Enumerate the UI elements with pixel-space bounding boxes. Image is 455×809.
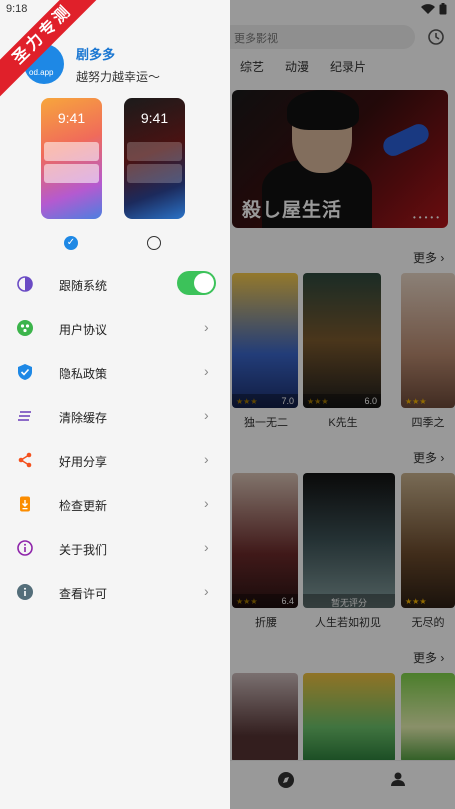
theme-dark-radio-icon[interactable] <box>147 236 161 250</box>
chevron-right-icon: › <box>204 363 209 379</box>
half-circle-icon <box>17 276 33 292</box>
profile-name: 剧多多 <box>76 47 116 62</box>
menu-view-license[interactable]: 查看许可 › <box>0 570 230 614</box>
menu-label: 用户协议 <box>59 323 108 337</box>
drawer-scrim[interactable] <box>230 0 455 809</box>
chevron-right-icon: › <box>204 539 209 555</box>
chevron-right-icon: › <box>204 319 209 335</box>
chevron-right-icon: › <box>204 495 209 511</box>
avatar-text: od.app <box>29 68 54 77</box>
status-time: 9:18 <box>6 3 28 15</box>
info-circle-icon <box>17 540 33 556</box>
chevron-right-icon: › <box>204 407 209 423</box>
theme-light-radio-checked-icon[interactable]: ✓ <box>64 236 78 250</box>
theme-time: 9:41 <box>57 110 86 126</box>
menu-clear-cache[interactable]: 清除缓存 › <box>0 394 230 438</box>
follow-system-toggle[interactable] <box>177 271 216 295</box>
theme-time: 9:41 <box>140 110 169 126</box>
menu-label: 清除缓存 <box>59 411 108 425</box>
agreement-icon <box>17 320 33 336</box>
profile-slogan: 越努力越幸运～ <box>76 70 161 84</box>
menu-about-us[interactable]: 关于我们 › <box>0 526 230 570</box>
menu-share[interactable]: 好用分享 › <box>0 438 230 482</box>
menu-label: 关于我们 <box>59 543 108 557</box>
clear-lines-icon <box>18 411 31 421</box>
side-drawer: 9:18 od.app 圣力专测 剧多多 越努力越幸运～ 9:41 9:41 ✓… <box>0 0 230 809</box>
menu-label: 检查更新 <box>59 499 108 513</box>
toggle-knob <box>194 273 214 293</box>
menu-check-update[interactable]: 检查更新 › <box>0 482 230 526</box>
theme-widget <box>44 164 99 183</box>
theme-widget <box>127 164 182 183</box>
share-icon <box>18 452 32 468</box>
update-icon <box>20 496 30 512</box>
menu-label: 好用分享 <box>59 455 108 469</box>
chevron-right-icon: › <box>204 451 209 467</box>
license-info-icon <box>17 584 33 600</box>
menu-user-agreement[interactable]: 用户协议 › <box>0 306 230 350</box>
shield-check-icon <box>18 364 32 380</box>
menu-label: 跟随系统 <box>59 279 108 293</box>
menu-label: 查看许可 <box>59 587 108 601</box>
theme-widget <box>44 142 99 161</box>
menu-privacy-policy[interactable]: 隐私政策 › <box>0 350 230 394</box>
theme-dark-preview[interactable]: 9:41 <box>124 98 185 219</box>
chevron-right-icon: › <box>204 583 209 599</box>
theme-widget <box>127 142 182 161</box>
theme-light-preview[interactable]: 9:41 <box>41 98 102 219</box>
menu-label: 隐私政策 <box>59 367 108 381</box>
